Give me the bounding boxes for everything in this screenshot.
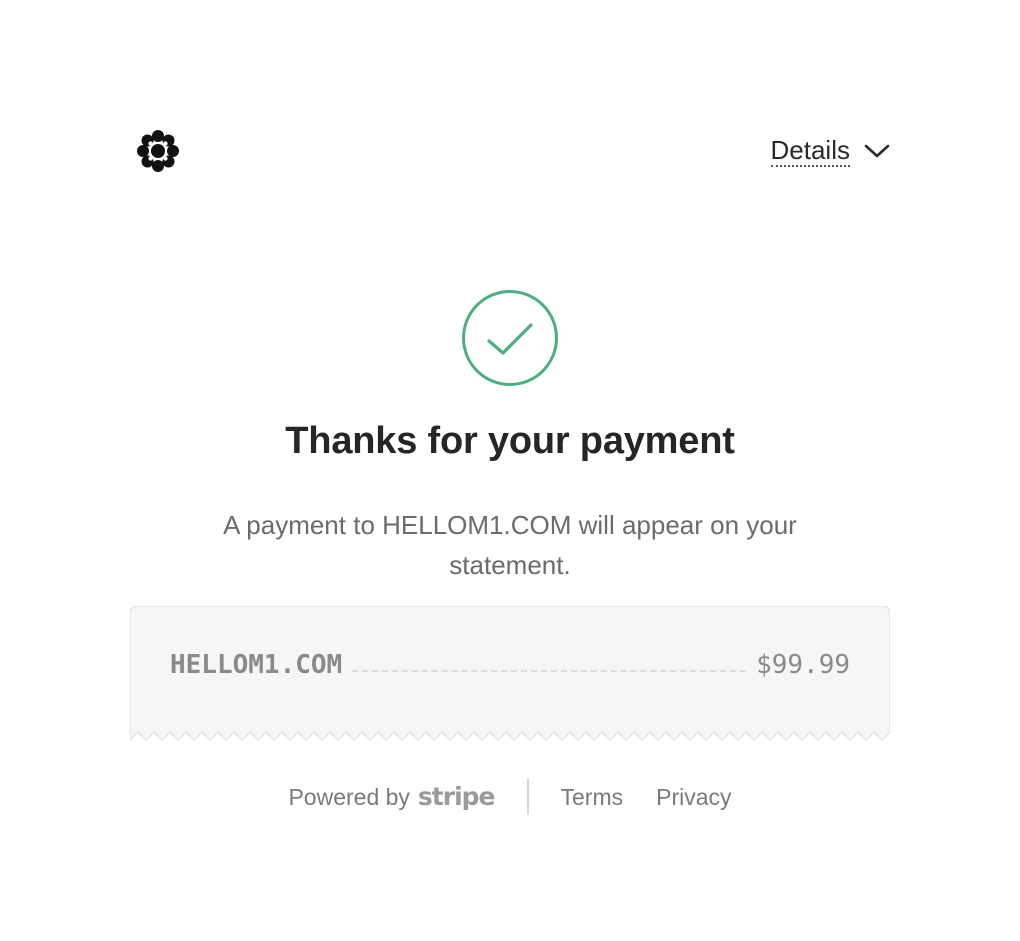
privacy-link[interactable]: Privacy	[656, 784, 731, 811]
stripe-logo: stripe	[417, 781, 496, 811]
dotted-leader	[352, 670, 747, 672]
page-title: Thanks for your payment	[285, 420, 735, 462]
footer-divider	[526, 779, 529, 815]
chevron-down-icon	[864, 144, 890, 158]
footer: Powered by stripe Terms Privacy	[0, 778, 1020, 816]
receipt: HELLOM1.COM $99.99	[130, 606, 890, 742]
merchant-name: HELLOM1.COM	[170, 650, 343, 680]
terms-link[interactable]: Terms	[561, 784, 624, 811]
powered-by-stripe[interactable]: Powered by stripe	[288, 781, 496, 812]
payment-amount: $99.99	[756, 650, 850, 680]
checkmark-circle-icon	[462, 290, 558, 386]
asterisk-logo-icon	[137, 130, 179, 172]
confirmation-message: A payment to HELLOM1.COM will appear on …	[223, 510, 797, 580]
receipt-line-item: HELLOM1.COM $99.99	[170, 648, 850, 682]
header: Details	[130, 118, 890, 184]
details-toggle[interactable]: Details	[770, 134, 890, 168]
details-label: Details	[770, 134, 850, 167]
powered-by-label: Powered by	[288, 783, 410, 810]
